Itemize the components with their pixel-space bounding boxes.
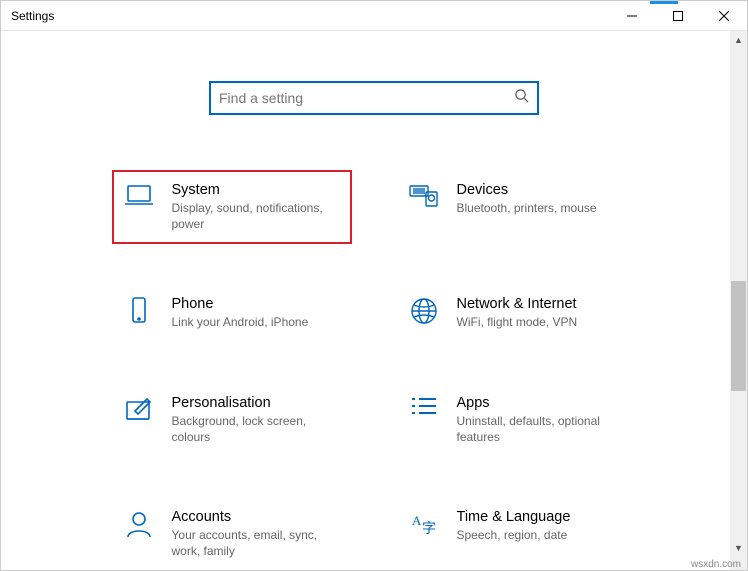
scrollbar-up-arrow-icon[interactable]: ▲ (730, 31, 747, 48)
search-input[interactable] (219, 90, 514, 106)
search-container (1, 81, 747, 115)
tile-desc: Your accounts, email, sync, work, family (172, 527, 342, 559)
tile-desc: Link your Android, iPhone (172, 314, 342, 330)
minimize-button[interactable] (609, 1, 655, 31)
tile-phone[interactable]: Phone Link your Android, iPhone (112, 284, 352, 342)
close-icon (719, 11, 729, 21)
titlebar-accent (650, 1, 678, 4)
watermark: wsxdn.com (691, 559, 741, 570)
scrollbar-thumb[interactable] (731, 281, 746, 391)
svg-text:字: 字 (422, 521, 436, 537)
scrollbar-down-arrow-icon[interactable]: ▼ (730, 539, 747, 556)
phone-icon (122, 296, 156, 330)
tile-desc: Background, lock screen, colours (172, 413, 342, 445)
tile-desc: WiFi, flight mode, VPN (457, 314, 627, 330)
tile-desc: Uninstall, defaults, optional features (457, 413, 627, 445)
globe-icon (407, 296, 441, 330)
window-controls (609, 1, 747, 31)
minimize-icon (627, 11, 637, 21)
tile-desc: Display, sound, notifications, power (172, 200, 342, 232)
tile-title: Network & Internet (457, 296, 627, 312)
tile-title: System (172, 182, 342, 198)
tile-title: Time & Language (457, 509, 627, 525)
window-title: Settings (11, 9, 54, 23)
tile-desc: Bluetooth, printers, mouse (457, 200, 627, 216)
tile-title: Devices (457, 182, 627, 198)
settings-grid: System Display, sound, notifications, po… (1, 170, 747, 570)
tile-title: Apps (457, 395, 627, 411)
tile-network[interactable]: Network & Internet WiFi, flight mode, VP… (397, 284, 637, 342)
close-button[interactable] (701, 1, 747, 31)
tile-title: Phone (172, 296, 342, 312)
tile-devices[interactable]: Devices Bluetooth, printers, mouse (397, 170, 637, 244)
tile-title: Personalisation (172, 395, 342, 411)
titlebar: Settings (1, 1, 747, 31)
person-icon (122, 509, 156, 543)
settings-content: System Display, sound, notifications, po… (1, 31, 747, 570)
tile-apps[interactable]: Apps Uninstall, defaults, optional featu… (397, 383, 637, 457)
search-box[interactable] (209, 81, 539, 115)
tile-personalisation[interactable]: Personalisation Background, lock screen,… (112, 383, 352, 457)
tile-time-language[interactable]: A 字 Time & Language Speech, region, date (397, 497, 637, 570)
search-icon (514, 88, 529, 108)
apps-list-icon (407, 395, 441, 429)
language-icon: A 字 (407, 509, 441, 543)
svg-text:A: A (412, 513, 422, 528)
maximize-button[interactable] (655, 1, 701, 31)
devices-icon (407, 182, 441, 216)
paint-icon (122, 395, 156, 429)
maximize-icon (673, 11, 683, 21)
tile-desc: Speech, region, date (457, 527, 627, 543)
tile-title: Accounts (172, 509, 342, 525)
laptop-icon (122, 182, 156, 216)
tile-system[interactable]: System Display, sound, notifications, po… (112, 170, 352, 244)
tile-accounts[interactable]: Accounts Your accounts, email, sync, wor… (112, 497, 352, 570)
